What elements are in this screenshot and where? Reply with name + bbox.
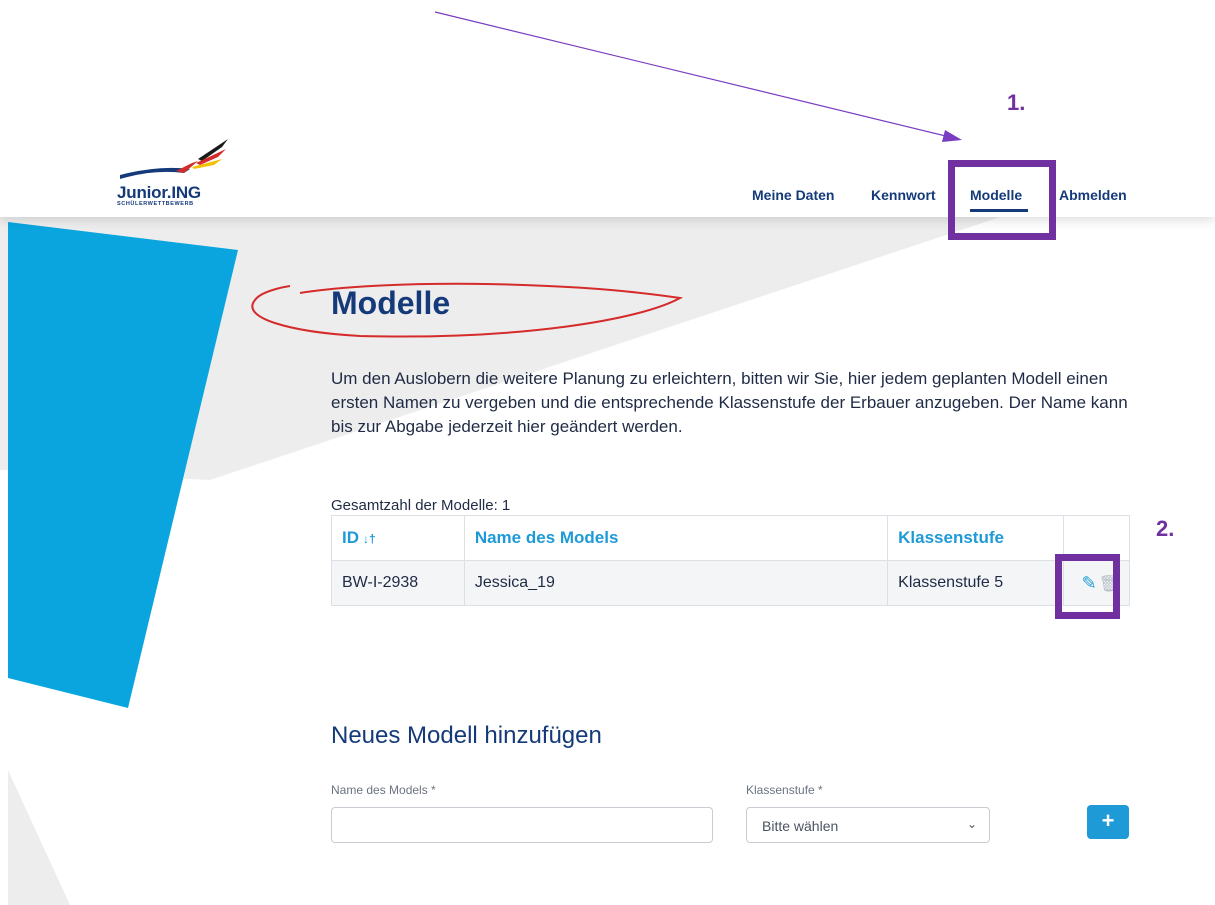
annotation-step-2: 2. <box>1156 516 1175 541</box>
annotation-box-modelle <box>948 160 1056 240</box>
annotation-arrow <box>251 11 962 338</box>
annotation-step-1: 1. <box>1007 90 1026 115</box>
annotation-box-edit <box>1055 554 1120 619</box>
